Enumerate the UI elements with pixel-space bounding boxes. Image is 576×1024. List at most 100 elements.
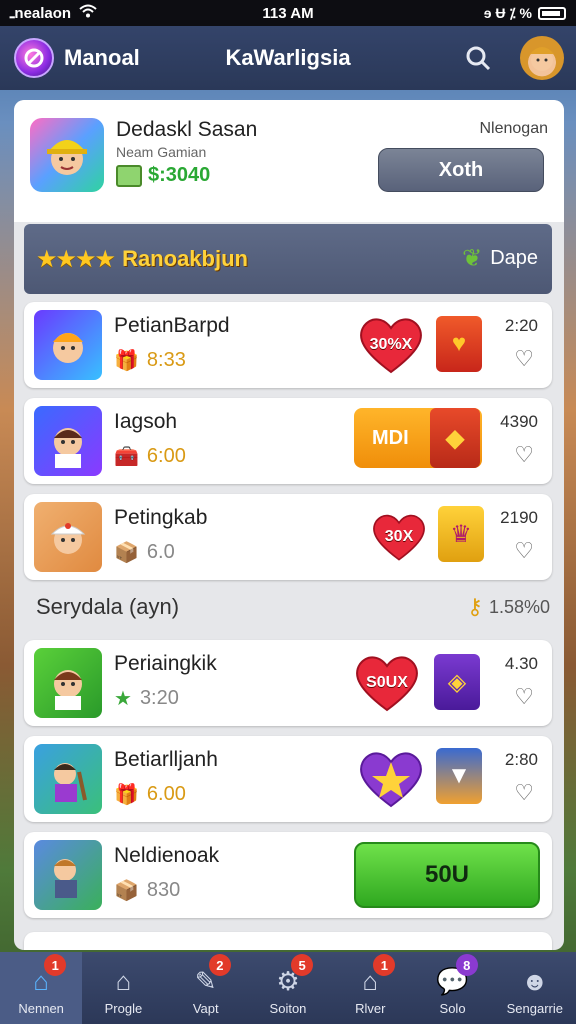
player-score-value: 3:20 [139, 687, 179, 709]
notification-badge: 5 [291, 954, 314, 976]
player-name: Petingkab [114, 506, 208, 529]
nav-item-river[interactable]: 1 ⌂ Rlver [329, 952, 411, 1024]
player-score-value: 6:00 [146, 445, 186, 467]
profile-right-label: Nlenogan [479, 120, 549, 137]
like-icon[interactable]: ♡ [514, 684, 534, 710]
nav-item-settings[interactable]: 5 ⚙ Soiton [247, 952, 329, 1024]
profile-action-button[interactable]: Xoth [378, 148, 544, 192]
heart-badge[interactable]: 30X [368, 506, 430, 568]
search-icon [466, 46, 491, 71]
player-name: Betiarlljanh [114, 748, 218, 771]
like-icon[interactable]: ♡ [514, 538, 534, 564]
shield-badge[interactable]: ♥ [436, 316, 482, 372]
ranking-header: ★★★★ Ranoakbjun ❦ Dape [24, 224, 552, 294]
status-bar: ـnealaon 113 AM ɘ Ʉ ⁒ % [0, 0, 576, 26]
shield-badge[interactable]: ◈ [434, 654, 480, 710]
section-title: Serydala (ayn) [36, 594, 180, 619]
list-item[interactable] [24, 932, 552, 950]
house-icon: ⌂ [115, 966, 132, 996]
user-avatar[interactable] [520, 36, 564, 80]
player-score-value: 830 [146, 879, 181, 901]
player-avatar [34, 744, 102, 814]
gift-icon: 🎁 [114, 350, 139, 372]
like-icon[interactable]: ♡ [514, 346, 534, 372]
player-avatar [34, 840, 102, 910]
cone-icon: ▼ [447, 762, 471, 789]
notification-badge: 8 [455, 954, 478, 976]
list-item[interactable]: Neldienoak 📦 830 50U [24, 832, 552, 918]
heart-badge-label: S0UX [366, 674, 408, 691]
profile-subtitle: Neam Gamian [116, 144, 207, 160]
player-score-value: 6.00 [146, 783, 186, 805]
cash-icon [116, 164, 142, 187]
notification-badge: 1 [373, 954, 396, 976]
box-icon: 📦 [114, 880, 139, 902]
like-icon[interactable]: ♡ [514, 780, 534, 806]
trophy-badge[interactable]: ♛ [438, 506, 484, 562]
row-time: 2190 [500, 508, 538, 527]
nav-item-tasks[interactable]: 2 ✎ Vapt [165, 952, 247, 1024]
nav-label: Vapt [192, 1001, 219, 1016]
nav-item-home[interactable]: 1 ⌂ Nennen [0, 952, 83, 1024]
key-icon: ⚷ [466, 594, 483, 619]
player-score: 🎁 6.00 [114, 782, 186, 807]
row-time: 4390 [500, 412, 538, 431]
star-icon: ★ [114, 688, 132, 710]
row-time: 2:20 [504, 316, 538, 335]
heart-badge[interactable]: S0UX [350, 652, 424, 714]
nav-label: Solo [439, 1001, 466, 1016]
notification-badge: 1 [44, 954, 67, 976]
bottom-nav: 1 ⌂ Nennen ⌂ Progle 2 ✎ Vapt 5 ⚙ Soiton … [0, 952, 576, 1024]
profile-avatar[interactable] [30, 118, 104, 192]
character-icon: ☻ [521, 966, 549, 996]
ranking-title: Ranoakbjun [122, 246, 248, 271]
player-avatar [34, 406, 102, 476]
player-score: 📦 830 [114, 878, 180, 903]
player-score-value: 6.0 [146, 541, 175, 563]
heart-badge-label: 30%X [369, 336, 413, 353]
app-name: Manoal [64, 45, 140, 70]
nav-label: Nennen [18, 1001, 64, 1016]
notification-badge: 2 [208, 954, 231, 976]
nav-label: Sengarrie [506, 1001, 564, 1016]
nav-label: Soiton [269, 1001, 307, 1016]
profile-name: Dedaskl Sasan [116, 118, 258, 141]
list-item[interactable]: Betiarlljanh 🎁 6.00 ▼ 2:80 ♡ [24, 736, 552, 822]
green-action-button[interactable]: 50U [354, 842, 540, 908]
nav-item-profile[interactable]: ⌂ Progle [82, 952, 164, 1024]
app-header: Manoal KaWarligsia [0, 26, 576, 90]
player-avatar [34, 502, 102, 572]
row-time: 4.30 [504, 654, 538, 673]
heart-badge[interactable]: 30%X [354, 314, 428, 376]
list-item[interactable]: Periaingkik ★ 3:20 S0UX ◈ 4.30 ♡ [24, 640, 552, 726]
nav-item-more[interactable]: ☻ Sengarrie [494, 952, 576, 1024]
section-stat: ⚷ 1.58%0 [467, 594, 550, 620]
leaf-icon: ❦ [462, 245, 483, 272]
app-logo-icon[interactable] [14, 38, 54, 78]
shield-icon: ◆ [430, 408, 480, 468]
list-item[interactable]: Petingkab 📦 6.0 30X ♛ 2190 ♡ [24, 494, 552, 580]
icecream-badge[interactable]: ▼ [436, 748, 482, 804]
player-name: Neldienoak [114, 844, 220, 867]
stars-rating: ★★★★ [36, 245, 116, 273]
orange-action-button[interactable]: MDI ◆ [354, 408, 482, 468]
search-button[interactable] [460, 40, 496, 76]
list-item[interactable]: PetianBarpd 🎁 8:33 30%X ♥ 2:20 ♡ [24, 302, 552, 388]
nav-item-solo[interactable]: 8 💬 Solo [411, 952, 493, 1024]
nav-label: Rlver [355, 1001, 386, 1016]
player-name: Periaingkik [114, 652, 217, 675]
like-icon[interactable]: ♡ [514, 442, 534, 468]
ranking-filter[interactable]: ❦ Dape [462, 244, 538, 273]
heart-icon: ♥ [451, 330, 467, 357]
shield-icon: ◈ [447, 668, 467, 696]
chest-icon: 🧰 [114, 446, 139, 468]
profile-card: Dedaskl Sasan Neam Gamian $:3040 Nlenoga… [14, 100, 564, 222]
list-item[interactable]: Iagsoh 🧰 6:00 MDI ◆ 4390 ♡ [24, 398, 552, 484]
leaderboard-panel: Dedaskl Sasan Neam Gamian $:3040 Nlenoga… [14, 100, 564, 950]
clock: 113 AM [262, 4, 314, 22]
heart-star-badge[interactable] [354, 748, 428, 810]
player-score: 🧰 6:00 [114, 444, 186, 469]
row-time: 2:80 [504, 750, 538, 769]
player-name: PetianBarpd [114, 314, 230, 337]
profile-coins-value: $:3040 [148, 164, 211, 186]
